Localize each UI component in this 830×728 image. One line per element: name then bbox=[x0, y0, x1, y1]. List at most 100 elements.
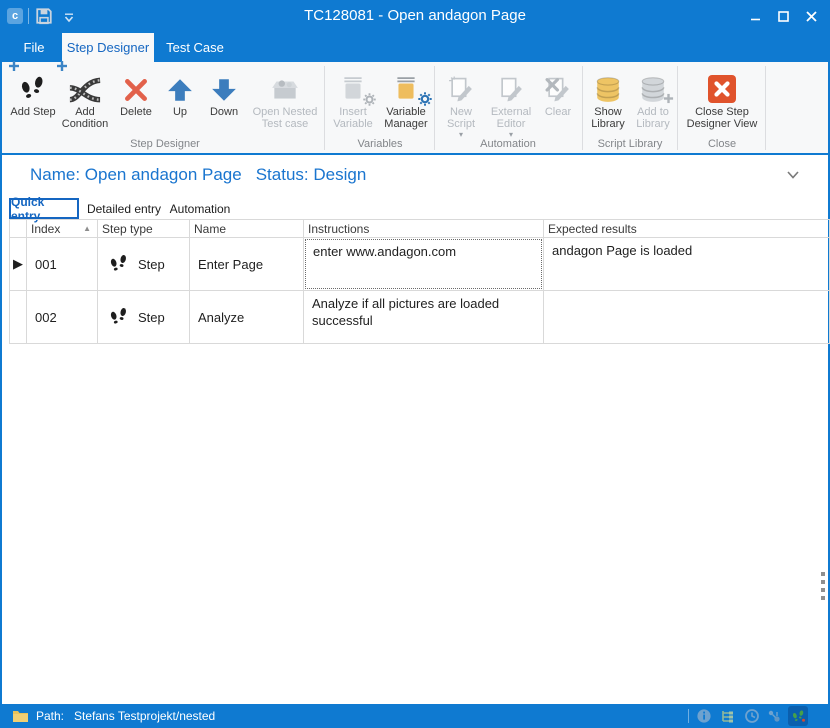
tab-test-case[interactable]: Test Case bbox=[158, 33, 232, 62]
cell-step-type[interactable]: Step bbox=[98, 291, 190, 344]
cell-instructions[interactable]: Analyze if all pictures are loaded succe… bbox=[304, 291, 544, 344]
column-header-step-type[interactable]: Step type bbox=[98, 220, 190, 238]
delete-icon bbox=[114, 66, 158, 106]
close-icon bbox=[806, 11, 817, 22]
folder-icon bbox=[12, 709, 29, 723]
tab-file[interactable]: File bbox=[8, 33, 60, 62]
column-header-expected-results[interactable]: Expected results bbox=[544, 220, 830, 238]
cell-index[interactable]: 001 bbox=[27, 238, 98, 291]
cell-step-type[interactable]: Step bbox=[98, 238, 190, 291]
close-step-designer-button[interactable]: Close Step Designer View bbox=[681, 66, 763, 136]
tab-automation-entry[interactable]: Automation bbox=[168, 198, 232, 219]
collapse-panel-button[interactable] bbox=[786, 167, 800, 177]
up-button[interactable]: Up bbox=[160, 66, 200, 136]
new-script-button[interactable]: New Script ▾ bbox=[438, 66, 484, 136]
group-label-close: Close bbox=[681, 138, 763, 152]
row-marker-empty bbox=[9, 291, 27, 344]
ribbon-separator bbox=[677, 66, 678, 150]
column-header-name[interactable]: Name bbox=[190, 220, 304, 238]
info-icon bbox=[696, 708, 712, 724]
steps-status-icon bbox=[791, 709, 806, 724]
info-status-button[interactable] bbox=[696, 708, 713, 725]
ribbon-separator bbox=[582, 66, 583, 150]
down-icon bbox=[202, 66, 246, 106]
cell-expected-results[interactable]: andagon Page is loaded bbox=[544, 238, 830, 291]
title-bar: c TC128081 - Open andagon Page bbox=[0, 0, 830, 33]
column-header-index[interactable]: Index ▲ bbox=[27, 220, 98, 238]
maximize-icon bbox=[778, 11, 789, 22]
clear-icon bbox=[538, 66, 578, 106]
delete-button[interactable]: Delete bbox=[114, 66, 158, 136]
link-status-button[interactable] bbox=[766, 708, 783, 725]
tab-detailed-entry[interactable]: Detailed entry bbox=[86, 198, 162, 219]
row-marker-icon: ▶ bbox=[9, 238, 27, 291]
show-library-button[interactable]: Show Library bbox=[586, 66, 630, 136]
history-icon bbox=[744, 708, 760, 724]
focused-cell[interactable]: enter www.andagon.com bbox=[305, 239, 542, 289]
cell-name[interactable]: Enter Page bbox=[190, 238, 304, 291]
ribbon-separator bbox=[765, 66, 766, 150]
group-label-step-designer: Step Designer bbox=[10, 138, 320, 152]
splitter-grip[interactable] bbox=[820, 572, 826, 604]
step-icon bbox=[108, 306, 130, 328]
history-status-button[interactable] bbox=[744, 708, 761, 725]
group-label-variables: Variables bbox=[328, 138, 432, 152]
path-label: Path: bbox=[36, 709, 64, 723]
ribbon: Add Step Add Condition bbox=[2, 62, 828, 155]
path-display: Path:Stefans Testprojekt/nested bbox=[36, 709, 215, 723]
up-icon bbox=[160, 66, 200, 106]
status-bar: Path:Stefans Testprojekt/nested bbox=[0, 704, 830, 728]
column-header-instructions[interactable]: Instructions bbox=[304, 220, 544, 238]
clear-button[interactable]: Clear bbox=[538, 66, 578, 136]
app-window: c TC128081 - Open andagon Page bbox=[0, 0, 830, 728]
status-text: Status: Design bbox=[256, 165, 367, 184]
tab-quick-entry[interactable]: Quick entry bbox=[9, 198, 79, 219]
chevron-down-icon bbox=[786, 170, 800, 180]
show-library-icon bbox=[586, 66, 630, 106]
add-to-library-icon bbox=[632, 66, 674, 106]
cell-instructions[interactable]: enter www.andagon.com bbox=[304, 238, 544, 291]
testcase-header: Name: Open andagon Page Status: Design bbox=[30, 165, 366, 185]
insert-variable-icon bbox=[328, 66, 378, 106]
group-label-script-library: Script Library bbox=[586, 138, 674, 152]
table-header-row: Index ▲ Step type Name Instructions Expe… bbox=[9, 219, 830, 238]
add-step-button[interactable]: Add Step bbox=[10, 66, 56, 136]
minimize-button[interactable] bbox=[742, 6, 768, 27]
ribbon-separator bbox=[434, 66, 435, 150]
cell-index[interactable]: 002 bbox=[27, 291, 98, 344]
add-step-icon bbox=[10, 66, 56, 106]
step-designer-panel: Name: Open andagon Page Status: Design Qu… bbox=[2, 157, 828, 704]
statusbar-separator bbox=[688, 709, 689, 723]
variable-manager-icon bbox=[380, 66, 432, 106]
close-step-icon bbox=[681, 66, 763, 106]
window-title: TC128081 - Open andagon Page bbox=[0, 7, 830, 24]
tree-status-button[interactable] bbox=[720, 708, 737, 725]
external-editor-button[interactable]: External Editor ▾ bbox=[486, 66, 536, 136]
selector-header-cell bbox=[9, 220, 27, 238]
minimize-icon bbox=[750, 11, 761, 22]
table-row[interactable]: 002 Step Analyze Analyze if all pictures… bbox=[9, 291, 830, 344]
open-nested-icon bbox=[248, 66, 322, 106]
add-condition-button[interactable]: Add Condition bbox=[58, 66, 112, 136]
close-button[interactable] bbox=[798, 6, 824, 27]
maximize-button[interactable] bbox=[770, 6, 796, 27]
sort-asc-icon: ▲ bbox=[83, 224, 91, 233]
nodes-icon bbox=[766, 708, 782, 724]
add-to-library-button[interactable]: Add to Library bbox=[632, 66, 674, 136]
cell-name[interactable]: Analyze bbox=[190, 291, 304, 344]
table-row[interactable]: ▶ 001 Step Enter Page enter www.andagon.… bbox=[9, 238, 830, 291]
tab-step-designer[interactable]: Step Designer bbox=[62, 33, 154, 62]
variable-manager-button[interactable]: Variable Manager bbox=[380, 66, 432, 136]
ribbon-separator bbox=[324, 66, 325, 150]
insert-variable-button[interactable]: Insert Variable bbox=[328, 66, 378, 136]
add-condition-icon bbox=[58, 66, 112, 106]
tree-icon bbox=[720, 708, 736, 724]
cell-expected-results[interactable] bbox=[544, 291, 830, 344]
open-nested-testcase-button[interactable]: Open Nested Test case bbox=[248, 66, 322, 136]
steps-status-button[interactable] bbox=[788, 706, 808, 726]
steps-table: Index ▲ Step type Name Instructions Expe… bbox=[9, 219, 830, 344]
step-icon bbox=[108, 253, 130, 275]
down-button[interactable]: Down bbox=[202, 66, 246, 136]
name-text: Name: Open andagon Page bbox=[30, 165, 242, 184]
ribbon-tabstrip: File Step Designer Test Case bbox=[0, 33, 830, 62]
